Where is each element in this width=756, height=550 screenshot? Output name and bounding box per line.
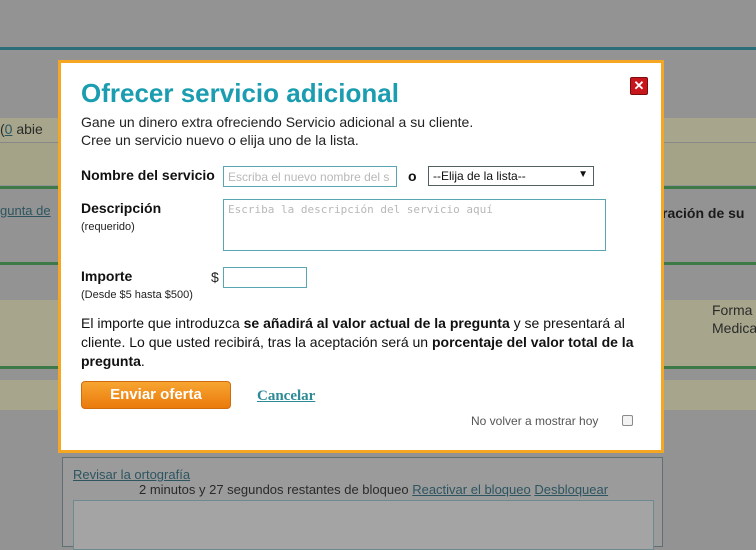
lock-status-text: 2 minutos y 27 segundos restantes de blo…	[139, 482, 409, 497]
cancel-link[interactable]: Cancelar	[257, 388, 315, 405]
spell-check-link[interactable]: Revisar la ortografía	[73, 467, 190, 482]
amount-input[interactable]	[223, 267, 307, 288]
description-required-note: (requerido)	[81, 221, 135, 233]
question-link[interactable]: gunta de	[0, 203, 51, 218]
service-select-value: --Elija de la lista--	[433, 169, 526, 183]
reply-panel: Revisar la ortografía 2 minutos y 27 seg…	[62, 457, 663, 550]
service-name-label: Nombre del servicio	[81, 167, 215, 183]
right-text-1: Forma	[712, 302, 753, 318]
lock-status-line: 2 minutos y 27 segundos restantes de blo…	[139, 482, 608, 497]
service-select[interactable]: --Elija de la lista-- ▼	[428, 166, 594, 186]
description-textarea[interactable]: Escriba la descripción del servicio aquí	[223, 199, 606, 251]
reply-textarea[interactable]	[73, 500, 654, 550]
right-heading: ración de su	[662, 205, 745, 221]
dialog-title: Ofrecer servicio adicional	[81, 78, 399, 108]
pricing-info-text: El importe que introduzca se añadirá al …	[81, 315, 634, 369]
open-count: (0 abie	[0, 121, 43, 137]
unlock-link[interactable]: Desbloquear	[534, 482, 608, 497]
or-label: o	[408, 168, 417, 184]
dont-show-again-checkbox[interactable]	[622, 415, 633, 426]
reactivate-lock-link[interactable]: Reactivar el bloqueo	[412, 482, 531, 497]
header-rule	[0, 47, 756, 50]
close-icon[interactable]: ✕	[630, 77, 648, 95]
dialog-subtitle-1: Gane un dinero extra ofreciendo Servicio…	[81, 114, 474, 130]
right-text-2: Medica	[712, 320, 756, 336]
service-name-input[interactable]: Escriba el nuevo nombre del s	[223, 166, 397, 187]
currency-symbol: $	[211, 269, 219, 285]
amount-range-note: (Desde $5 hasta $500)	[81, 289, 193, 301]
send-offer-button[interactable]: Enviar oferta	[81, 381, 231, 409]
chevron-down-icon: ▼	[578, 169, 588, 180]
offer-service-dialog: Ofrecer servicio adicional ✕ Gane un din…	[58, 60, 664, 453]
dont-show-again-label: No volver a mostrar hoy	[471, 414, 599, 428]
amount-label: Importe	[81, 268, 133, 284]
dialog-subtitle-2: Cree un servicio nuevo o elija uno de la…	[81, 132, 359, 148]
description-label: Descripción	[81, 200, 162, 216]
